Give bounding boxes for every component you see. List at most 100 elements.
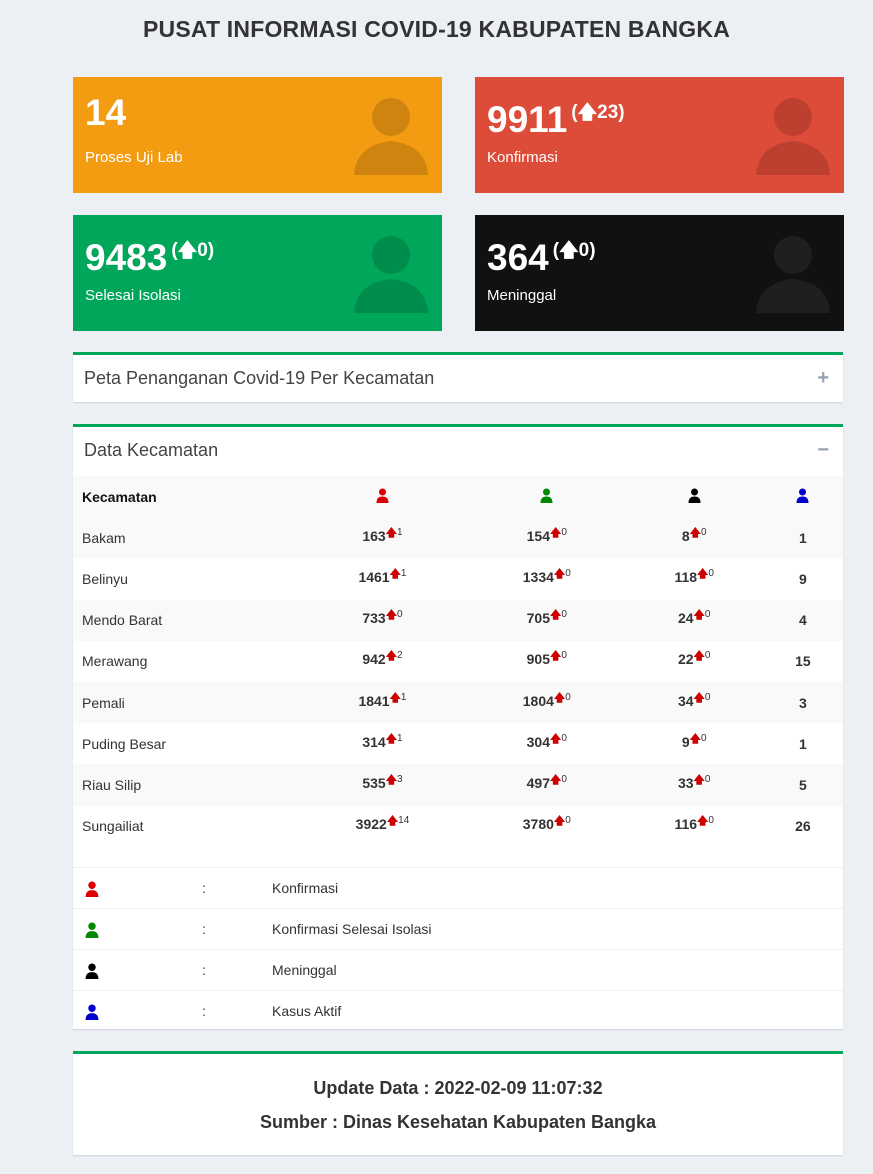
user-icon xyxy=(85,922,99,938)
table-header-row: Kecamatan xyxy=(73,476,843,518)
active-cell-value: 1 xyxy=(799,529,807,546)
arrow-up-icon: 🡅 xyxy=(385,609,398,622)
active-cell-value: 15 xyxy=(795,653,811,670)
collapse-icon[interactable]: − xyxy=(817,427,829,473)
deaths-cell-delta: 0 xyxy=(700,732,707,744)
active-cell-value: 3 xyxy=(799,694,807,711)
confirmed-cell-delta: 3 xyxy=(397,773,403,785)
arrow-up-icon: 🡅 xyxy=(385,650,398,663)
user-icon xyxy=(354,236,428,313)
deaths-cell-value: 24 xyxy=(677,610,694,627)
lab-label: Proses Uji Lab xyxy=(85,149,183,166)
deaths-cell-value: 34 xyxy=(677,692,694,709)
arrow-up-icon: 🡅 xyxy=(550,609,562,622)
legend-separator: : xyxy=(202,1003,206,1019)
confirmed-cell-value: 1461 xyxy=(358,568,390,585)
expand-icon[interactable]: + xyxy=(817,355,829,401)
recovered-stat-box: 9483 (🡅0) Selesai Isolasi xyxy=(73,215,442,331)
active-cell: 1 xyxy=(763,517,843,558)
lab-stat-box: 14 Proses Uji Lab xyxy=(73,77,442,193)
arrow-up-icon: 🡅 xyxy=(389,691,401,704)
deaths-count: 364 (🡅0) xyxy=(487,237,596,278)
table-row: Bakam 163🡅1 154🡅0 8🡅0 1 xyxy=(73,517,843,559)
confirmed-cell-value: 535 xyxy=(362,774,386,791)
recovered-cell: 154🡅0 xyxy=(468,517,626,558)
active-cell: 5 xyxy=(763,764,843,805)
confirmed-cell: 314🡅1 xyxy=(297,723,468,764)
recovered-cell: 497🡅0 xyxy=(468,764,626,805)
active-cell-value: 5 xyxy=(799,776,807,793)
recovered-cell-delta: 0 xyxy=(565,691,571,703)
recovered-cell-value: 154 xyxy=(526,527,550,544)
legend: : Konfirmasi : Konfirmasi Selesai Isolas… xyxy=(73,867,843,1031)
table-row: Sungailiat 3922🡅14 3780🡅0 116🡅0 26 xyxy=(73,806,843,847)
arrow-up-icon: 🡅 xyxy=(559,240,579,261)
active-cell: 4 xyxy=(763,600,843,641)
deaths-cell-delta: 0 xyxy=(700,526,707,538)
table-row: Puding Besar 314🡅1 304 🡅0 9🡅0 1 xyxy=(73,723,843,764)
deaths-cell-delta: 0 xyxy=(704,609,711,621)
active-cell: 3 xyxy=(763,682,843,723)
recovered-cell-value: 304 xyxy=(526,733,550,750)
arrow-up-icon: 🡅 xyxy=(389,567,401,580)
deaths-cell-value: 33 xyxy=(677,774,694,791)
arrow-up-icon: 🡅 xyxy=(385,526,398,539)
table-row: Merawang 942🡅2 905🡅0 22🡅0 15 xyxy=(73,641,843,682)
active-column-header xyxy=(763,476,843,517)
active-cell-value: 26 xyxy=(795,818,811,835)
user-icon xyxy=(796,488,809,503)
confirmed-cell-value: 163 xyxy=(362,527,386,544)
arrow-up-icon: 🡅 xyxy=(693,773,705,786)
recovered-column-header xyxy=(468,476,626,517)
legend-item: : Kasus Aktif xyxy=(73,990,843,1031)
confirmed-cell-delta: 14 xyxy=(398,815,410,827)
confirmed-column-header xyxy=(297,476,468,517)
kecamatan-name: Puding Besar xyxy=(82,735,167,752)
user-icon xyxy=(85,963,99,979)
arrow-up-icon: 🡅 xyxy=(550,650,562,663)
recovered-cell-value: 1804 xyxy=(522,692,554,709)
user-icon xyxy=(354,98,428,175)
deaths-cell: 116🡅0 xyxy=(626,806,763,847)
data-panel-header[interactable]: Data Kecamatan − xyxy=(73,427,843,473)
confirmed-cell-value: 1841 xyxy=(358,692,390,709)
recovered-delta: (🡅0) xyxy=(171,240,215,261)
confirmed-cell: 1841🡅1 xyxy=(297,682,468,723)
map-panel: Peta Penanganan Covid-19 Per Kecamatan + xyxy=(73,352,843,402)
deaths-cell-value: 9 xyxy=(681,733,690,750)
active-cell: 9 xyxy=(763,558,843,599)
deaths-cell-delta: 0 xyxy=(708,567,714,579)
deaths-delta: (🡅0) xyxy=(552,240,596,261)
confirmed-cell: 3922🡅14 xyxy=(297,806,468,847)
legend-label: Meninggal xyxy=(272,962,337,978)
deaths-label: Meninggal xyxy=(487,287,557,304)
recovered-cell-value: 1334 xyxy=(522,568,554,585)
legend-label: Konfirmasi xyxy=(272,880,339,896)
deaths-cell: 22🡅0 xyxy=(626,641,763,682)
confirmed-cell-delta: 2 xyxy=(397,650,403,662)
recovered-cell: 1334🡅0 xyxy=(468,558,626,599)
legend-item: : Meninggal xyxy=(73,949,843,990)
table-row: Riau Silip 535🡅3 497🡅0 33🡅0 5 xyxy=(73,764,843,806)
recovered-cell-delta: 0 xyxy=(565,567,571,579)
confirmed-cell-value: 3922 xyxy=(355,816,387,833)
update-timestamp: Update Data : 2022-02-09 11:07:32 xyxy=(313,1078,603,1098)
recovered-cell-delta: 0 xyxy=(561,526,567,538)
confirmed-cell: 535🡅3 xyxy=(297,764,468,805)
confirmed-cell-value: 733 xyxy=(362,610,386,627)
user-icon xyxy=(756,236,830,313)
footer-panel: Update Data : 2022-02-09 11:07:32 Sumber… xyxy=(73,1051,843,1155)
arrow-up-icon: 🡅 xyxy=(693,609,705,622)
confirmed-cell-delta: 1 xyxy=(397,732,403,744)
confirmed-delta: (🡅23) xyxy=(571,102,625,123)
arrow-up-icon: 🡅 xyxy=(553,567,566,580)
arrow-up-icon: 🡅 xyxy=(693,691,705,704)
arrow-up-icon: 🡅 xyxy=(689,732,701,745)
kecamatan-name: Mendo Barat xyxy=(82,612,163,629)
deaths-cell: 9🡅0 xyxy=(626,723,763,764)
recovered-count: 9483 (🡅0) xyxy=(85,237,215,278)
deaths-cell-delta: 0 xyxy=(704,691,711,703)
map-panel-header[interactable]: Peta Penanganan Covid-19 Per Kecamatan + xyxy=(73,355,843,401)
kecamatan-name: Belinyu xyxy=(82,570,128,587)
arrow-up-icon: 🡅 xyxy=(385,773,398,786)
